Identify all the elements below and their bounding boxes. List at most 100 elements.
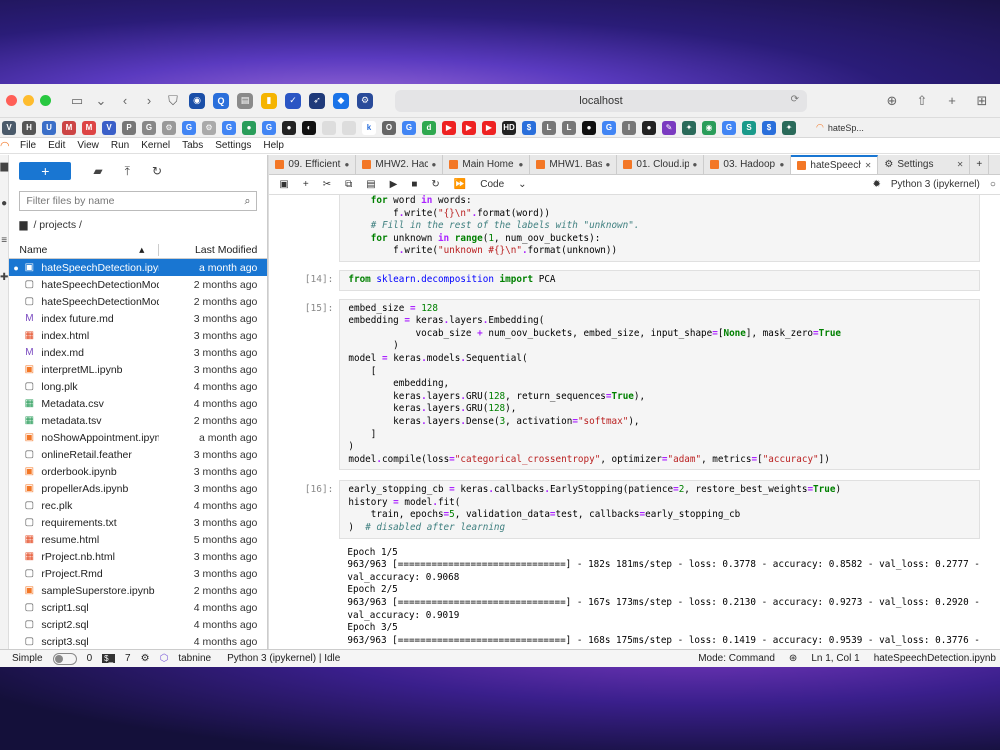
column-name[interactable]: Name xyxy=(19,244,47,256)
notebook-tab[interactable]: MHW1. Basl ● xyxy=(530,155,618,174)
tab-overview-icon[interactable]: ⊞ xyxy=(974,93,990,109)
fav-google-icon[interactable]: G xyxy=(182,120,196,135)
fav-youtube2-icon[interactable]: ▶ xyxy=(462,120,476,135)
close-icon[interactable]: ✕ xyxy=(957,160,964,169)
paste-icon[interactable]: ▤ xyxy=(366,179,375,190)
notes-extension-icon[interactable]: ▮ xyxy=(261,92,277,109)
extension-icon[interactable]: ✚ xyxy=(0,272,8,283)
file-row[interactable]: ▢ hateSpeechDetectionModelA... 2 months ag… xyxy=(9,293,267,310)
refresh-icon[interactable]: ↻ xyxy=(152,164,162,178)
fav-black-dot-icon[interactable]: ● xyxy=(582,120,596,135)
fav-u-icon[interactable]: U xyxy=(42,120,56,135)
close-window-button[interactable] xyxy=(6,95,17,106)
notebook-tab[interactable]: 01. Cloud.ip ● xyxy=(617,155,705,174)
fav-chatgpt-icon[interactable]: ✦ xyxy=(682,120,696,135)
file-row[interactable]: ▣ sampleSuperstore.ipynb 2 months ago xyxy=(9,582,267,599)
favorites-tab-hatespeech[interactable]: ◠ hateSp... xyxy=(816,122,864,133)
fav-youtube3-icon[interactable]: ▶ xyxy=(482,120,496,135)
file-row[interactable]: ▢ script3.sql 4 months ago xyxy=(9,633,267,649)
folder-icon[interactable]: ▆ xyxy=(0,161,8,172)
file-row[interactable]: ▦ metadata.tsv 2 months ago xyxy=(9,412,267,429)
menu-tabs[interactable]: Tabs xyxy=(182,140,203,151)
fav-chatgpt2-icon[interactable]: ✦ xyxy=(782,120,796,135)
fast-forward-icon[interactable]: ⏩ xyxy=(454,179,466,190)
file-row[interactable]: ▣ noShowAppointment.ipynb a month ago xyxy=(9,429,267,446)
notebook-tab[interactable]: MHW2. Hac ● xyxy=(356,155,444,174)
code-cell-source[interactable]: for word in words: f.write("{}\n".format… xyxy=(339,195,980,262)
new-tab-icon[interactable]: + xyxy=(944,93,960,109)
close-icon[interactable]: ✕ xyxy=(865,161,872,170)
file-row[interactable]: ▦ Metadata.csv 4 months ago xyxy=(9,395,267,412)
menu-run[interactable]: Run xyxy=(111,140,129,151)
sidebar-icon[interactable]: ▭ xyxy=(69,93,85,109)
cursor-position[interactable]: Ln 1, Col 1 xyxy=(811,653,859,664)
fav-teal-icon[interactable]: S xyxy=(742,120,756,135)
fav-duo-icon[interactable]: d xyxy=(422,120,436,135)
fav-o-icon[interactable]: O xyxy=(382,120,396,135)
fav-feather-icon[interactable]: ✎ xyxy=(662,120,676,135)
fav-settings-icon[interactable]: ⚙ xyxy=(202,120,216,135)
menu-file[interactable]: File xyxy=(20,140,36,151)
fav-green-icon[interactable]: ◉ xyxy=(702,120,716,135)
notebook-tab[interactable]: hateSpeech ✕ xyxy=(791,155,879,174)
notebook-tab[interactable]: ⚙ Settings ✕ xyxy=(878,155,971,174)
fav-l-icon[interactable]: L xyxy=(542,120,556,135)
add-tab-button[interactable]: + xyxy=(970,155,990,174)
menu-edit[interactable]: Edit xyxy=(48,140,65,151)
code-cell-source[interactable]: embed_size = 128 embedding = keras.layer… xyxy=(339,298,980,471)
menu-help[interactable]: Help xyxy=(263,140,284,151)
share-icon[interactable]: ⇧ xyxy=(914,93,930,109)
filter-input[interactable]: Filter files by name ⌕ xyxy=(19,191,258,211)
file-row[interactable]: ▢ requirements.txt 3 months ago xyxy=(9,514,267,531)
file-row[interactable]: ▣ interpretML.ipynb 3 months ago xyxy=(9,361,267,378)
fav-blank2-icon[interactable] xyxy=(342,120,356,135)
fav-dollar-icon[interactable]: $ xyxy=(522,120,536,135)
code-cell-source[interactable]: from sklearn.decomposition import PCA xyxy=(339,269,980,291)
onepassword-extension-icon[interactable]: ◉ xyxy=(189,92,205,109)
copy-icon[interactable]: ⧉ xyxy=(345,179,352,190)
file-row[interactable]: ▢ rProject.Rmd 3 months ago xyxy=(9,565,267,582)
fav-blank-icon[interactable] xyxy=(322,120,336,135)
fav-google6-icon[interactable]: G xyxy=(722,120,736,135)
menu-view[interactable]: View xyxy=(77,140,99,151)
add-cell-icon[interactable]: + xyxy=(303,179,309,190)
file-row[interactable]: Mindex future.md 3 months ago xyxy=(9,310,267,327)
fav-h-icon[interactable]: H xyxy=(22,120,36,135)
code-cell-15[interactable]: [15]: embed_size = 128 embedding = keras… xyxy=(269,298,980,471)
chevron-down-icon[interactable]: ⌄ xyxy=(93,93,109,109)
q-extension-icon[interactable]: Q xyxy=(213,92,229,109)
simple-mode-toggle[interactable] xyxy=(52,652,77,665)
unsaved-dot-icon[interactable]: ● xyxy=(693,160,698,169)
fav-p-icon[interactable]: P xyxy=(122,120,136,135)
running-icon[interactable]: ● xyxy=(1,198,7,209)
cell-type-select[interactable]: Code xyxy=(480,179,504,190)
unsaved-dot-icon[interactable]: ● xyxy=(606,160,611,169)
restart-icon[interactable]: ↻ xyxy=(431,179,439,190)
fav-v2-icon[interactable]: V xyxy=(102,120,116,135)
fav-google4-icon[interactable]: G xyxy=(402,120,416,135)
fav-youtube-icon[interactable]: ▶ xyxy=(442,120,456,135)
new-launcher-button[interactable]: + xyxy=(19,162,72,180)
toc-icon[interactable]: ≡ xyxy=(1,235,7,246)
fav-gear-icon[interactable]: ⚙ xyxy=(162,120,176,135)
fav-dollar2-icon[interactable]: $ xyxy=(762,120,776,135)
notebook-tab[interactable]: Main Home ● xyxy=(443,155,531,174)
fav-google3-icon[interactable]: G xyxy=(262,120,276,135)
bird-extension-icon[interactable]: ➶ xyxy=(309,92,325,109)
code-cell-14[interactable]: [14]: from sklearn.decomposition import … xyxy=(269,269,980,291)
cut-icon[interactable]: ✂ xyxy=(323,179,331,190)
downloads-icon[interactable]: ⊕ xyxy=(884,93,900,109)
code-cell-16[interactable]: [16]: early_stopping_cb = keras.callback… xyxy=(269,480,980,539)
chevron-down-icon[interactable]: ⌄ xyxy=(518,179,526,190)
code-cell-source[interactable]: early_stopping_cb = keras.callbacks.Earl… xyxy=(339,480,980,539)
shield-check-extension-icon[interactable]: ✓ xyxy=(285,92,301,109)
unsaved-dot-icon[interactable]: ● xyxy=(432,160,437,169)
file-row[interactable]: ▢ script2.sql 4 months ago xyxy=(9,616,267,633)
run-icon[interactable]: ▶ xyxy=(390,179,398,190)
shield-icon[interactable]: ⛉ xyxy=(165,93,181,109)
kernel-status[interactable]: Python 3 (ipykernel) | Idle xyxy=(227,653,340,664)
file-row[interactable]: Mindex.md 3 months ago xyxy=(9,344,267,361)
fav-i-icon[interactable]: I xyxy=(622,120,636,135)
file-row[interactable]: ▣ propellerAds.ipynb 3 months ago xyxy=(9,480,267,497)
address-bar[interactable]: localhost ⟳ xyxy=(395,89,807,112)
